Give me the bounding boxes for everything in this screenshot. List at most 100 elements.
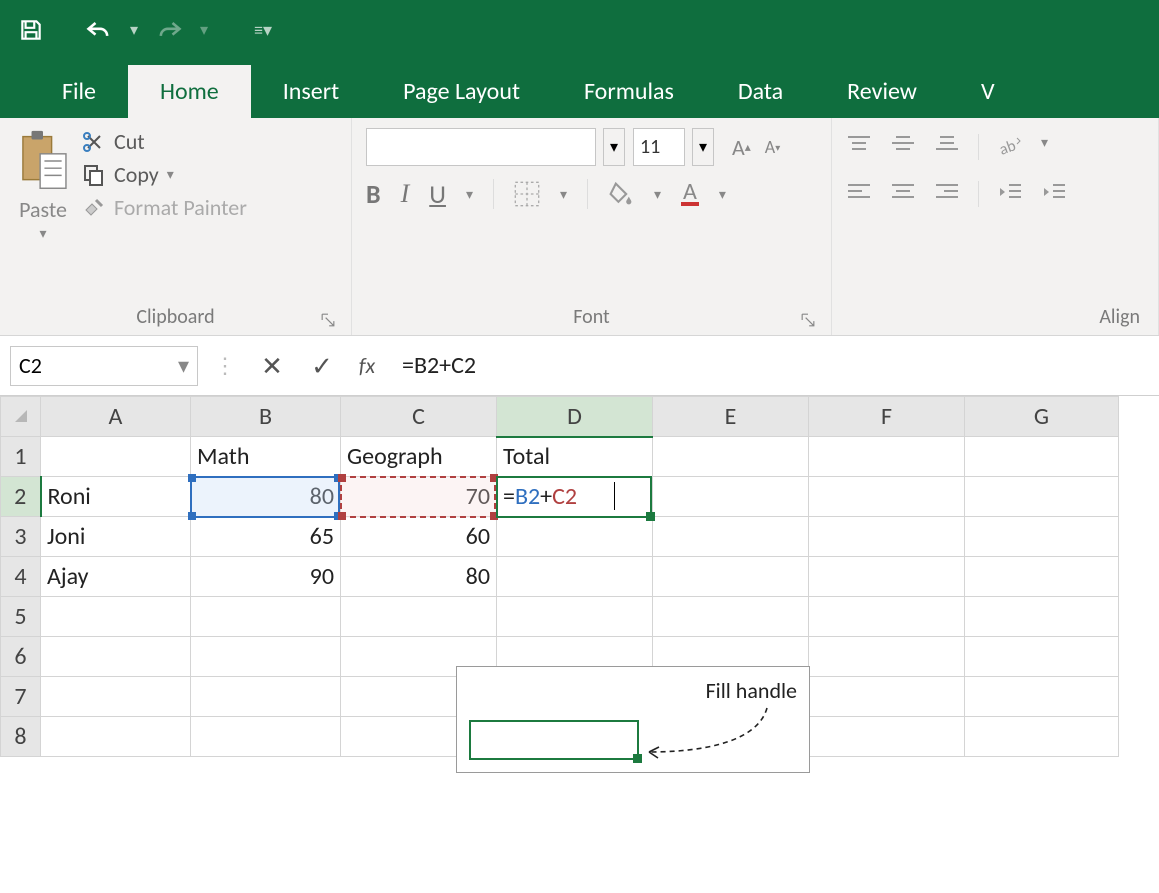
tab-view[interactable]: V — [949, 65, 995, 118]
cell-f6[interactable] — [809, 637, 965, 677]
cell-c2[interactable]: 70 — [341, 477, 497, 517]
cell-a7[interactable] — [41, 677, 191, 717]
tab-data[interactable]: Data — [706, 65, 815, 118]
tab-formulas[interactable]: Formulas — [552, 65, 706, 118]
align-left-button[interactable] — [846, 181, 872, 208]
font-dialog-launcher-icon[interactable] — [799, 311, 817, 329]
row-header-7[interactable]: 7 — [1, 677, 41, 717]
cell-g2[interactable] — [965, 477, 1119, 517]
row-header-8[interactable]: 8 — [1, 717, 41, 757]
cell-g6[interactable] — [965, 637, 1119, 677]
cut-button[interactable]: Cut — [82, 128, 247, 155]
cell-g4[interactable] — [965, 557, 1119, 597]
cell-c4[interactable]: 80 — [341, 557, 497, 597]
cell-g5[interactable] — [965, 597, 1119, 637]
copy-button[interactable]: Copy ▾ — [82, 161, 247, 188]
cell-e3[interactable] — [653, 517, 809, 557]
insert-function-button[interactable]: fx — [352, 346, 392, 386]
cell-c1[interactable]: Geograph — [341, 437, 497, 477]
align-middle-button[interactable] — [890, 134, 916, 163]
cell-f3[interactable] — [809, 517, 965, 557]
font-size-input[interactable] — [633, 128, 685, 166]
cell-b6[interactable] — [191, 637, 341, 677]
grow-font-button[interactable]: A▴ — [732, 134, 751, 161]
bold-button[interactable]: B — [366, 178, 381, 210]
format-painter-button[interactable]: Format Painter — [82, 194, 247, 221]
italic-button[interactable]: I — [401, 179, 410, 209]
copy-dropdown-icon[interactable]: ▾ — [167, 166, 174, 183]
borders-dropdown-icon[interactable]: ▾ — [560, 186, 567, 203]
tab-insert[interactable]: Insert — [251, 65, 371, 118]
fill-color-button[interactable] — [608, 181, 634, 207]
cell-a2[interactable]: Roni — [41, 477, 191, 517]
cell-a6[interactable] — [41, 637, 191, 677]
font-color-dropdown-icon[interactable]: ▾ — [719, 186, 726, 203]
qat-customize-icon[interactable]: ≡▾ — [254, 19, 272, 41]
cell-a4[interactable]: Ajay — [41, 557, 191, 597]
cell-d3[interactable] — [497, 517, 653, 557]
borders-button[interactable] — [514, 181, 540, 207]
cell-f8[interactable] — [809, 717, 965, 757]
row-header-2[interactable]: 2 — [1, 477, 41, 517]
paste-dropdown-icon[interactable]: ▾ — [39, 225, 46, 242]
font-name-input[interactable] — [366, 128, 596, 166]
row-header-3[interactable]: 3 — [1, 517, 41, 557]
cell-f4[interactable] — [809, 557, 965, 597]
cell-e5[interactable] — [653, 597, 809, 637]
align-bottom-button[interactable] — [934, 134, 960, 163]
cell-e2[interactable] — [653, 477, 809, 517]
orientation-dropdown-icon[interactable]: ▾ — [1041, 134, 1048, 163]
decrease-indent-button[interactable] — [997, 181, 1023, 208]
cell-f1[interactable] — [809, 437, 965, 477]
col-header-d[interactable]: D — [497, 397, 653, 437]
cell-e4[interactable] — [653, 557, 809, 597]
cell-f5[interactable] — [809, 597, 965, 637]
formula-input[interactable] — [402, 351, 1149, 380]
font-color-button[interactable]: A — [681, 182, 699, 206]
cell-g7[interactable] — [965, 677, 1119, 717]
save-button[interactable] — [14, 13, 48, 47]
cell-a3[interactable]: Joni — [41, 517, 191, 557]
cell-d2[interactable]: =B2+C2 — [497, 477, 653, 517]
cell-a1[interactable] — [41, 437, 191, 477]
cell-b7[interactable] — [191, 677, 341, 717]
shrink-font-button[interactable]: A▾ — [765, 136, 780, 158]
row-header-6[interactable]: 6 — [1, 637, 41, 677]
cell-b5[interactable] — [191, 597, 341, 637]
cell-c5[interactable] — [341, 597, 497, 637]
cancel-formula-button[interactable]: ✕ — [252, 346, 292, 386]
row-header-5[interactable]: 5 — [1, 597, 41, 637]
cell-a5[interactable] — [41, 597, 191, 637]
cell-g8[interactable] — [965, 717, 1119, 757]
tab-file[interactable]: File — [30, 65, 128, 118]
cell-f2[interactable] — [809, 477, 965, 517]
cell-d1[interactable]: Total — [497, 437, 653, 477]
cell-f7[interactable] — [809, 677, 965, 717]
col-header-e[interactable]: E — [653, 397, 809, 437]
name-box-dropdown-icon[interactable]: ▾ — [178, 352, 189, 379]
undo-button[interactable] — [82, 13, 116, 47]
name-box[interactable]: C2 ▾ — [10, 346, 198, 386]
align-right-button[interactable] — [934, 181, 960, 208]
tab-home[interactable]: Home — [128, 65, 251, 118]
cell-d4[interactable] — [497, 557, 653, 597]
row-header-1[interactable]: 1 — [1, 437, 41, 477]
tab-review[interactable]: Review — [815, 65, 949, 118]
increase-indent-button[interactable] — [1041, 181, 1067, 208]
cell-b1[interactable]: Math — [191, 437, 341, 477]
cell-c3[interactable]: 60 — [341, 517, 497, 557]
col-header-a[interactable]: A — [41, 397, 191, 437]
cell-a8[interactable] — [41, 717, 191, 757]
orientation-button[interactable]: ab — [997, 134, 1023, 163]
undo-dropdown-icon[interactable]: ▾ — [130, 20, 138, 40]
cell-b4[interactable]: 90 — [191, 557, 341, 597]
col-header-g[interactable]: G — [965, 397, 1119, 437]
clipboard-dialog-launcher-icon[interactable] — [319, 311, 337, 329]
font-size-dropdown-icon[interactable]: ▾ — [692, 128, 714, 166]
paste-button[interactable]: Paste ▾ — [14, 128, 72, 242]
underline-button[interactable]: U — [429, 178, 446, 210]
align-top-button[interactable] — [846, 134, 872, 163]
cell-b8[interactable] — [191, 717, 341, 757]
col-header-f[interactable]: F — [809, 397, 965, 437]
tab-page-layout[interactable]: Page Layout — [371, 65, 552, 118]
